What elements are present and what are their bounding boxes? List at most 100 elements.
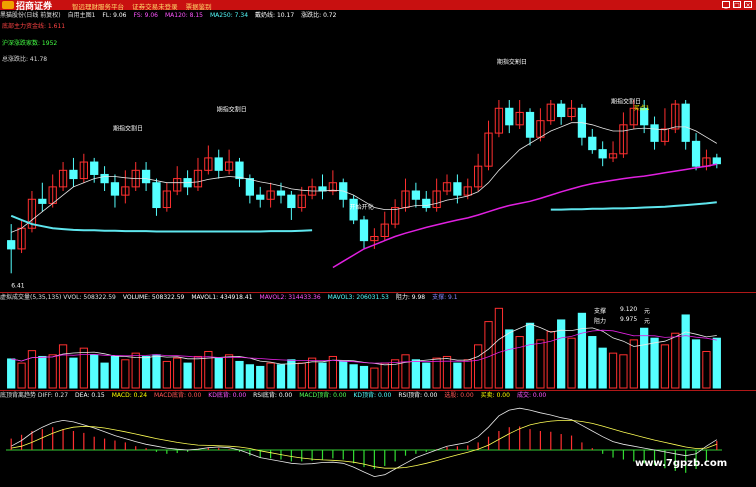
volume-bar: [567, 337, 576, 389]
candle-body: [650, 124, 659, 142]
volume-bar: [577, 312, 587, 389]
volume-bar: [640, 327, 649, 389]
candle-body: [318, 186, 327, 192]
candle-body: [152, 182, 161, 209]
volume-bar: [546, 331, 555, 389]
chart-annotation: 期指交割日: [217, 106, 247, 114]
volume-bar: [307, 357, 317, 389]
volume-bar: [100, 362, 109, 389]
volume-bar: [224, 354, 234, 389]
ma-cyan-line: [10, 214, 313, 233]
volume-bar: [183, 362, 192, 389]
candle-body: [681, 103, 690, 142]
volume-bar: [588, 336, 597, 389]
candle-body: [38, 198, 47, 204]
volume-bar: [515, 336, 524, 389]
volume-bar: [69, 357, 78, 389]
volume-bar: [608, 352, 618, 389]
volume-bar: [17, 362, 26, 389]
volume-bar: [266, 362, 275, 389]
volume-bar: [152, 354, 161, 389]
chart-annotation: 期指交割日: [497, 58, 527, 66]
volume-bar: [401, 354, 410, 389]
volume-bar: [173, 357, 182, 389]
volume-bar: [484, 321, 493, 389]
candle-body: [411, 190, 421, 200]
volume-bar: [48, 354, 57, 389]
candle-body: [90, 161, 99, 175]
volume-bar: [453, 362, 462, 389]
ma-cyan-line: [550, 201, 717, 211]
chart-annotation: 开始开化: [350, 203, 374, 211]
candle-body: [110, 182, 120, 196]
volume-bar: [38, 355, 47, 389]
volume-bar: [328, 355, 338, 389]
candle-body: [100, 173, 109, 184]
chart-annotation: 6.41: [11, 282, 25, 289]
volume-bar: [131, 352, 140, 389]
candle-body: [505, 107, 514, 126]
volume-bar: [660, 344, 670, 389]
volume-bar: [359, 365, 369, 389]
volume-bar: [681, 314, 690, 389]
volume-bar: [432, 357, 441, 389]
candle-body: [69, 169, 78, 180]
candle-body: [422, 198, 431, 209]
volume-bar: [671, 332, 680, 389]
volume-bar: [193, 355, 203, 389]
volume-bar: [380, 362, 389, 389]
candle-body: [359, 219, 369, 242]
volume-bar: [650, 337, 659, 389]
volume-bar: [629, 339, 638, 389]
volume-bar: [339, 360, 348, 389]
candle-body: [256, 194, 265, 200]
volume-bar: [525, 322, 535, 389]
candle-body: [7, 240, 16, 250]
candle-body: [557, 103, 566, 118]
candle-body: [141, 169, 151, 184]
volume-bar: [702, 350, 711, 389]
volume-bar: [110, 355, 120, 389]
volume-bar: [619, 354, 628, 389]
volume-bar: [318, 362, 327, 389]
volume-bar: [276, 364, 286, 389]
volume-bar: [121, 359, 130, 389]
volume-bar: [256, 365, 265, 389]
chart-annotation: 买点1: [634, 104, 650, 112]
volume-bar: [162, 360, 171, 389]
candle-body: [691, 140, 701, 167]
stock-chart[interactable]: 期指交割日期指交割日期指交割日期指交割日开始开化买点16.41: [0, 0, 756, 487]
volume-bar: [598, 347, 607, 389]
volume-bar: [505, 329, 514, 389]
candle-body: [588, 136, 597, 151]
ma-magenta-line: [332, 163, 717, 269]
volume-bar: [712, 337, 721, 389]
candle-body: [525, 111, 535, 138]
volume-bar: [463, 359, 472, 389]
volume-bar: [691, 339, 701, 389]
volume-bar: [422, 362, 431, 389]
volume-bar: [245, 364, 254, 389]
volume-bar: [411, 359, 421, 389]
candle-body: [287, 194, 296, 209]
candle-body: [453, 182, 462, 196]
volume-bar: [536, 339, 545, 389]
volume-bar: [370, 367, 379, 389]
volume-bar: [474, 344, 483, 389]
volume-bar: [141, 355, 151, 389]
candle-body: [235, 161, 244, 180]
watermark: www.7gpzb.com: [635, 458, 728, 469]
candle-body: [245, 178, 254, 196]
volume-bar: [297, 362, 306, 389]
candle-body: [712, 157, 721, 165]
volume-bar: [235, 360, 244, 389]
volume-bar: [90, 354, 99, 389]
volume-bar: [349, 364, 358, 389]
volume-bar: [494, 307, 504, 389]
volume-bar: [214, 357, 223, 389]
candle-body: [276, 190, 286, 196]
volume-bar: [7, 358, 16, 389]
candle-body: [214, 157, 223, 171]
candle-body: [598, 149, 607, 159]
volume-bar: [27, 350, 37, 389]
